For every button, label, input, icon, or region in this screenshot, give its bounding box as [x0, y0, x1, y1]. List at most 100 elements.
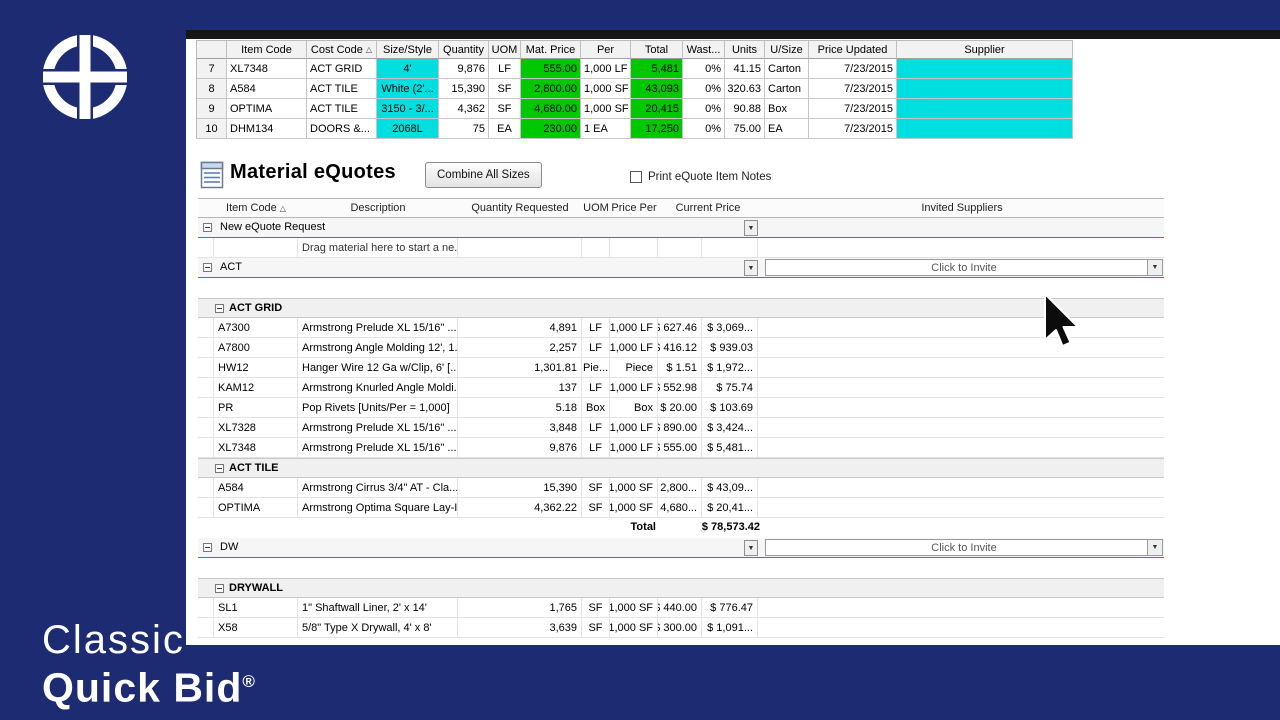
cell[interactable]: OPTIMA [227, 99, 307, 119]
cell[interactable]: 3150 - 3/... [377, 99, 439, 119]
cell[interactable]: 1 EA [581, 119, 631, 139]
column-header[interactable]: Price Per [610, 199, 658, 217]
collapse-icon[interactable] [215, 304, 224, 313]
cell[interactable]: 9,876 [439, 59, 489, 79]
pricing-row[interactable]: 10 DHM134 DOORS &... 2068L 75 EA 230.00 1 EA 17,… [197, 119, 1073, 139]
cell[interactable]: 90.88 [725, 99, 765, 119]
cell[interactable]: 20,415 [631, 99, 683, 119]
column-header[interactable]: Price Updated [809, 41, 897, 59]
equote-item-row[interactable]: HW12 Hanger Wire 12 Ga w/Clip, 6' [... 1,3… [198, 358, 1164, 378]
column-header[interactable]: Quantity Requested [458, 199, 582, 217]
cell[interactable]: 0% [683, 119, 725, 139]
drag-hint-row[interactable]: Drag material here to start a ne... [198, 238, 1164, 258]
cell[interactable]: 7/23/2015 [809, 119, 897, 139]
equote-section-header[interactable]: DRYWALL [198, 578, 1164, 598]
column-header[interactable]: Cost Code △ [307, 41, 377, 59]
equote-item-row[interactable]: XL7328 Armstrong Prelude XL 15/16" ... 3,8… [198, 418, 1164, 438]
cell[interactable]: 0% [683, 79, 725, 99]
column-header[interactable]: Description [298, 199, 458, 217]
dropdown-button[interactable]: ▼ [744, 220, 758, 236]
cell[interactable] [897, 59, 1073, 79]
cell[interactable]: 17,250 [631, 119, 683, 139]
cell[interactable]: DOORS &... [307, 119, 377, 139]
combine-all-sizes-button[interactable]: Combine All Sizes [425, 162, 542, 188]
cell[interactable]: 0% [683, 59, 725, 79]
invite-suppliers-dropdown[interactable]: Click to Invite ▼ [765, 539, 1163, 556]
column-header[interactable]: Quantity [439, 41, 489, 59]
row-number-cell[interactable]: 9 [197, 99, 227, 119]
column-header[interactable]: UOM [489, 41, 521, 59]
column-header[interactable]: Size/Style [377, 41, 439, 59]
cell[interactable]: ACT GRID [307, 59, 377, 79]
column-header[interactable]: Mat. Price [521, 41, 581, 59]
dropdown-button[interactable]: ▼ [744, 260, 758, 276]
column-header[interactable]: Item Code △ [214, 199, 298, 217]
cell[interactable]: XL7348 [227, 59, 307, 79]
pricing-row[interactable]: 7 XL7348 ACT GRID 4' 9,876 LF 555.00 1,000 LF 5,… [197, 59, 1073, 79]
cell[interactable]: 41.15 [725, 59, 765, 79]
cell[interactable]: LF [489, 59, 521, 79]
cell[interactable]: 320.63 [725, 79, 765, 99]
column-header[interactable]: Invited Suppliers [760, 199, 1164, 217]
cell[interactable]: 4,680.00 [521, 99, 581, 119]
cell[interactable]: 4' [377, 59, 439, 79]
cell[interactable]: 43,093 [631, 79, 683, 99]
cell[interactable]: SF [489, 99, 521, 119]
equote-item-row[interactable]: OPTIMA Armstrong Optima Square Lay-I... 4,… [198, 498, 1164, 518]
pricing-row[interactable]: 8 A584 ACT TILE White (2'... 15,390 SF 2,800.0… [197, 79, 1073, 99]
collapse-icon[interactable] [203, 223, 212, 232]
column-header[interactable]: Wast... [683, 41, 725, 59]
cell[interactable]: Box [765, 99, 809, 119]
column-header[interactable]: U/Size [765, 41, 809, 59]
cell[interactable]: 0% [683, 99, 725, 119]
cell[interactable]: 1,000 SF [581, 79, 631, 99]
column-header[interactable]: Item Code [227, 41, 307, 59]
cell[interactable]: 5,481 [631, 59, 683, 79]
cell[interactable]: 7/23/2015 [809, 99, 897, 119]
cell[interactable]: 7/23/2015 [809, 59, 897, 79]
print-equote-notes-checkbox[interactable] [630, 171, 642, 183]
cell[interactable]: 230.00 [521, 119, 581, 139]
row-number-cell[interactable]: 8 [197, 79, 227, 99]
equote-group-row[interactable]: ACT ▼ Click to Invite ▼ [198, 258, 1164, 278]
column-header[interactable]: Per [581, 41, 631, 59]
cell[interactable]: DHM134 [227, 119, 307, 139]
column-header[interactable]: UOM [582, 199, 610, 217]
equote-group-row[interactable]: DW ▼ Click to Invite ▼ [198, 538, 1164, 558]
collapse-icon[interactable] [215, 464, 224, 473]
equote-item-row[interactable]: PR Pop Rivets [Units/Per = 1,000] 5.18 Box B… [198, 398, 1164, 418]
cell[interactable]: 4,362 [439, 99, 489, 119]
equote-item-row[interactable]: XL7348 Armstrong Prelude XL 15/16" ... 9,8… [198, 438, 1164, 458]
equote-item-row[interactable]: A7300 Armstrong Prelude XL 15/16" ... 4,89… [198, 318, 1164, 338]
cell[interactable]: 2068L [377, 119, 439, 139]
cell[interactable]: EA [765, 119, 809, 139]
column-header[interactable]: Current Price [658, 199, 758, 217]
equote-item-row[interactable]: A7800 Armstrong Angle Molding 12', 1... 2,… [198, 338, 1164, 358]
cell[interactable]: Carton [765, 59, 809, 79]
chevron-down-icon[interactable]: ▼ [1147, 540, 1162, 555]
cell[interactable]: 2,800.00 [521, 79, 581, 99]
column-header[interactable]: Supplier [897, 41, 1073, 59]
cell[interactable]: 555.00 [521, 59, 581, 79]
equote-item-row[interactable]: A584 Armstrong Cirrus 3/4" AT - Cla... 15,… [198, 478, 1164, 498]
cell[interactable]: 1,000 SF [581, 99, 631, 119]
cell[interactable]: SF [489, 79, 521, 99]
dropdown-button[interactable]: ▼ [744, 540, 758, 556]
cell[interactable] [897, 99, 1073, 119]
cell[interactable]: A584 [227, 79, 307, 99]
cell[interactable]: 75.00 [725, 119, 765, 139]
equote-section-header[interactable]: ACT GRID [198, 298, 1164, 318]
collapse-icon[interactable] [215, 584, 224, 593]
cell[interactable]: 75 [439, 119, 489, 139]
equote-item-row[interactable]: KAM12 Armstrong Knurled Angle Moldi... 137… [198, 378, 1164, 398]
column-header[interactable]: Units [725, 41, 765, 59]
cell[interactable]: 15,390 [439, 79, 489, 99]
pricing-row[interactable]: 9 OPTIMA ACT TILE 3150 - 3/... 4,362 SF 4,680.… [197, 99, 1073, 119]
equote-item-row[interactable]: X58 5/8" Type X Drywall, 4' x 8' 3,639 SF 1,… [198, 618, 1164, 638]
column-header[interactable] [197, 41, 227, 59]
cell[interactable]: EA [489, 119, 521, 139]
cell[interactable]: 1,000 LF [581, 59, 631, 79]
collapse-icon[interactable] [203, 543, 212, 552]
collapse-icon[interactable] [203, 263, 212, 272]
row-number-cell[interactable]: 7 [197, 59, 227, 79]
